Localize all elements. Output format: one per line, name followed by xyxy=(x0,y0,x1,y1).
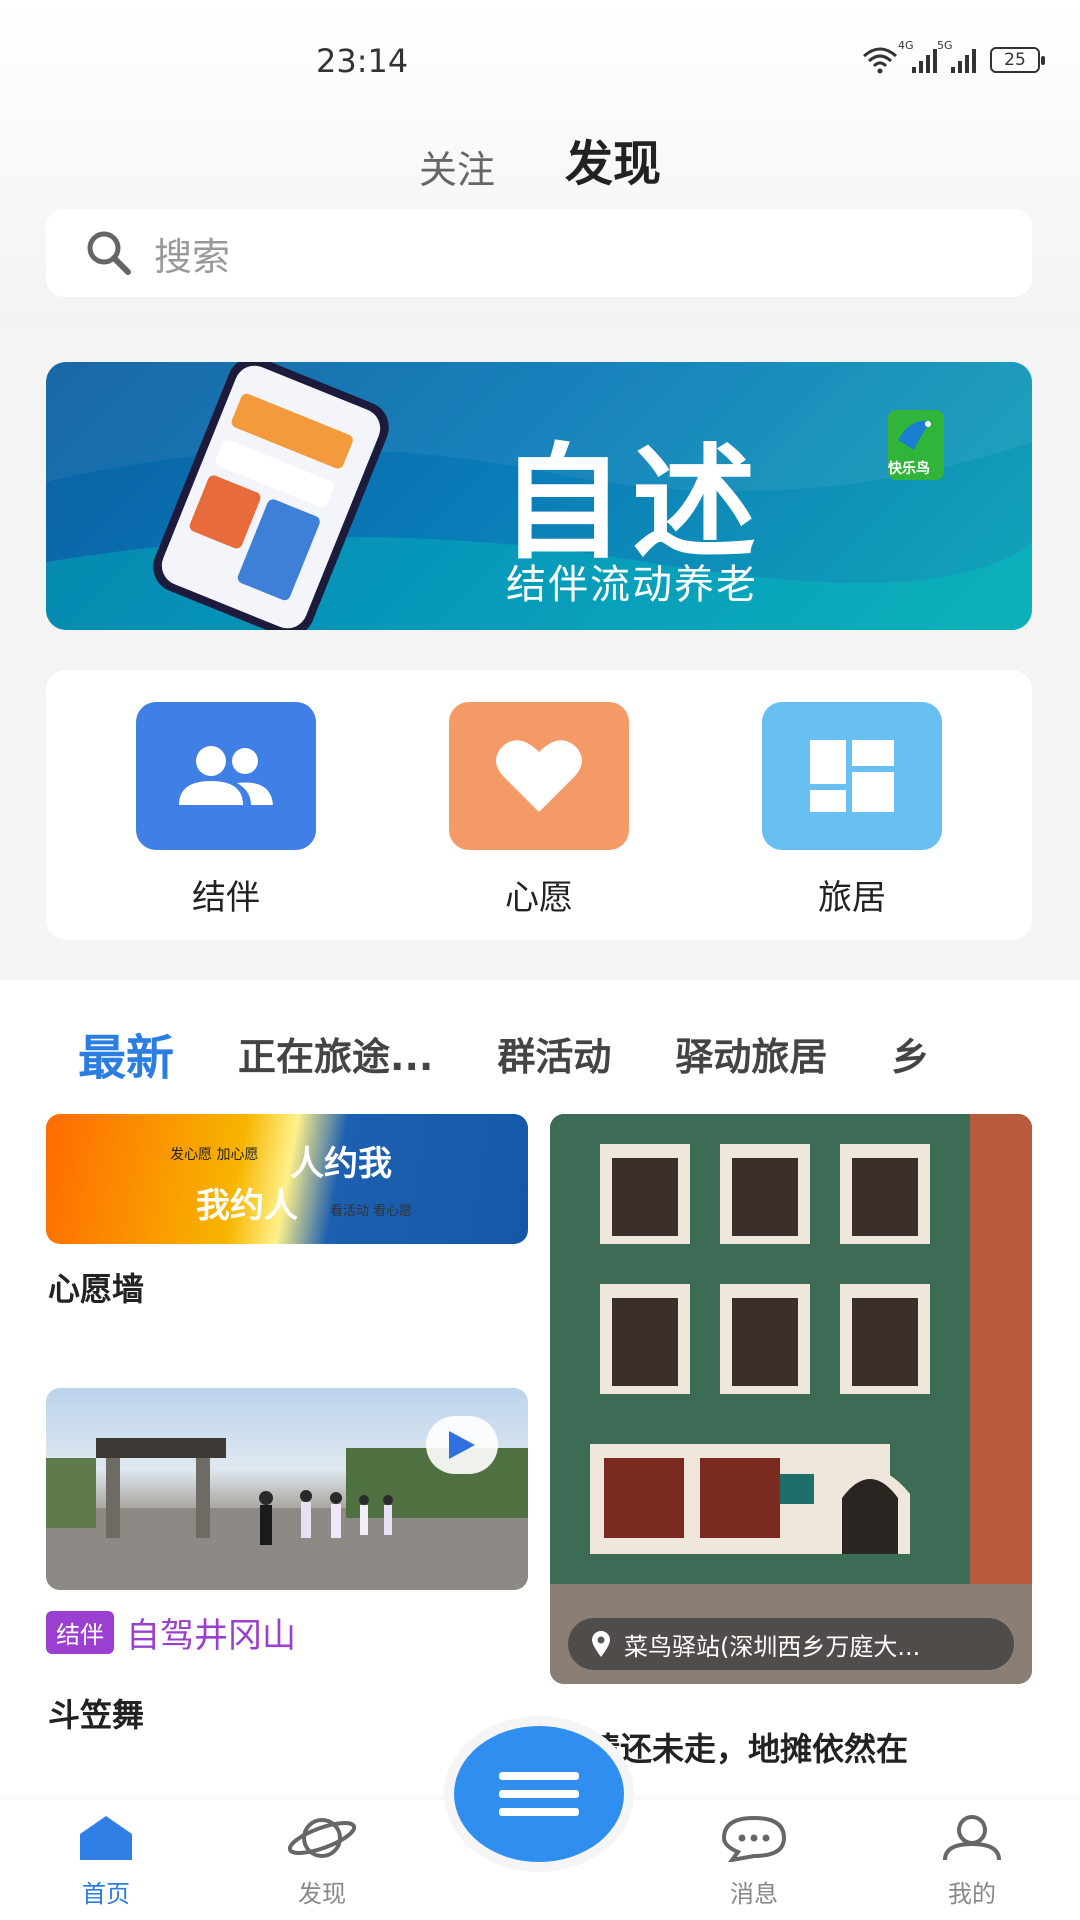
wish-wall-banner[interactable]: 发心愿 加心愿 人约我 我约人 看活动 看心愿 xyxy=(46,1114,528,1244)
people-icon xyxy=(179,746,273,805)
menu-fab-button[interactable] xyxy=(454,1726,624,1862)
user-icon xyxy=(943,1815,1001,1861)
menu-box-sojourn xyxy=(762,702,942,850)
companion-tag: 结伴 xyxy=(46,1611,114,1654)
play-icon xyxy=(449,1431,475,1459)
category-tab-sojourn[interactable]: 驿动旅居 xyxy=(675,1026,827,1081)
app-screen: 23:14 4G 5G 25 关注 发现 搜索 自述 结伴流动养老 快乐鸟 结伴… xyxy=(0,0,1080,1920)
planet-icon xyxy=(287,1818,357,1858)
search-placeholder: 搜索 xyxy=(154,234,231,279)
search-bar[interactable]: 搜索 xyxy=(46,209,1032,297)
tab-follow[interactable]: 关注 xyxy=(419,139,495,194)
play-button[interactable] xyxy=(426,1416,498,1474)
tab-discover[interactable]: 发现 xyxy=(565,124,661,194)
battery-icon: 25 xyxy=(990,47,1045,73)
status-icons: 4G 5G 25 xyxy=(862,39,1045,74)
location-pin-icon xyxy=(592,1631,610,1657)
video-thumbnail[interactable] xyxy=(46,1388,528,1590)
wish-big-text-1: 人约我 xyxy=(290,1144,392,1184)
location-pill[interactable]: 菜鸟驿站(深圳西乡万庭大... xyxy=(568,1618,1014,1670)
nav-label-discover: 发现 xyxy=(298,1880,346,1908)
menu-label-wish: 心愿 xyxy=(505,878,573,918)
nav-label-messages: 消息 xyxy=(730,1880,778,1908)
building-photo-card[interactable]: 菜鸟驿站(深圳西乡万庭大... xyxy=(550,1114,1032,1684)
top-tabs: 关注 发现 xyxy=(0,124,1080,194)
quick-menu: 结伴 心愿 旅居 xyxy=(46,670,1032,940)
heart-icon xyxy=(496,740,582,812)
fab-line xyxy=(499,1772,579,1780)
category-tab-latest[interactable]: 最新 xyxy=(78,1018,174,1088)
menu-box-companion xyxy=(136,702,316,850)
category-tab-more[interactable]: 乡 xyxy=(891,1026,929,1081)
category-tab-group[interactable]: 群活动 xyxy=(497,1026,611,1081)
menu-item-companion[interactable]: 结伴 xyxy=(136,702,316,919)
category-tab-traveling[interactable]: 正在旅途... xyxy=(238,1026,433,1081)
trip-name[interactable]: 自驾井冈山 xyxy=(126,1608,296,1657)
menu-item-sojourn[interactable]: 旅居 xyxy=(762,702,942,919)
promo-banner[interactable]: 自述 结伴流动养老 快乐鸟 xyxy=(46,362,1032,630)
nav-messages[interactable]: 消息 xyxy=(694,1814,814,1909)
wifi-icon xyxy=(863,47,897,74)
search-icon xyxy=(87,231,131,275)
brand-logo-text: 快乐鸟 xyxy=(888,461,930,477)
nav-label-profile: 我的 xyxy=(948,1880,996,1908)
video-title[interactable]: 斗笠舞 xyxy=(48,1690,144,1736)
menu-label-sojourn: 旅居 xyxy=(818,878,886,918)
video-tag-row: 结伴 自驾井冈山 xyxy=(46,1608,296,1657)
location-text: 菜鸟驿站(深圳西乡万庭大... xyxy=(624,1632,921,1661)
nav-label-home: 首页 xyxy=(82,1880,130,1908)
wish-wall-title[interactable]: 心愿墙 xyxy=(48,1264,144,1310)
chat-icon xyxy=(721,1815,787,1863)
category-tabs: 最新 正在旅途... 群活动 驿动旅居 乡 xyxy=(78,1018,1038,1088)
status-time: 23:14 xyxy=(316,42,409,80)
signal-5g-icon: 5G xyxy=(937,39,976,73)
nav-discover[interactable]: 发现 xyxy=(262,1814,382,1909)
fab-line xyxy=(499,1808,579,1816)
nav-profile[interactable]: 我的 xyxy=(912,1814,1032,1909)
menu-label-companion: 结伴 xyxy=(192,878,260,918)
signal-4g-icon: 4G xyxy=(898,39,937,73)
nav-home[interactable]: 首页 xyxy=(46,1814,166,1909)
building-photo xyxy=(550,1114,1032,1684)
menu-box-wish xyxy=(449,702,629,850)
wish-small-text-2: 看活动 看心愿 xyxy=(330,1204,413,1219)
signal-5g-label: 5G xyxy=(937,39,953,52)
wish-big-text-2: 我约人 xyxy=(196,1186,298,1226)
grid-icon xyxy=(810,740,894,812)
battery-level: 25 xyxy=(1004,50,1026,70)
home-icon xyxy=(80,1816,132,1860)
menu-item-wish[interactable]: 心愿 xyxy=(449,702,629,919)
banner-subtitle: 结伴流动养老 xyxy=(506,562,758,608)
signal-4g-label: 4G xyxy=(898,39,914,52)
wish-small-text-1: 发心愿 加心愿 xyxy=(170,1147,259,1163)
fab-line xyxy=(499,1790,579,1798)
